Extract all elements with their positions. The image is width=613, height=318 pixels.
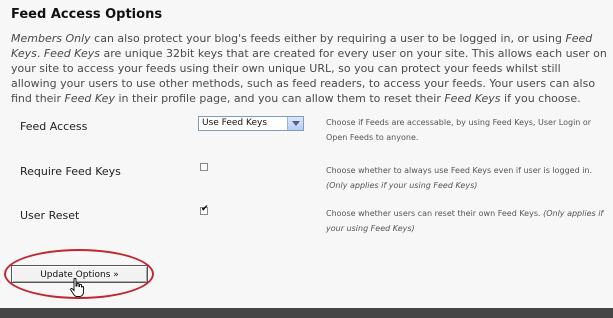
footer-bar <box>0 308 613 318</box>
feed-access-label: Feed Access <box>20 120 88 133</box>
chevron-down-icon[interactable] <box>287 117 303 130</box>
require-feed-keys-description: Choose whether to always use Feed Keys e… <box>326 163 608 193</box>
feed-access-selected-value: Use Feed Keys <box>202 118 268 128</box>
require-feed-keys-label: Require Feed Keys <box>20 165 121 178</box>
page-title: Feed Access Options <box>11 7 163 22</box>
user-reset-checkbox[interactable]: ✔ <box>200 204 209 215</box>
intro-text: Members Only can also protect your blog'… <box>11 31 607 106</box>
intro-em-feed-keys: Feed Keys <box>444 92 501 105</box>
user-reset-label: User Reset <box>20 209 80 222</box>
intro-em-feed-keys: Feed Keys <box>43 47 101 60</box>
intro-part: in their profile page, and you can allow… <box>114 92 445 105</box>
intro-part: . <box>36 47 44 60</box>
intro-part: can also protect your blog's feeds eithe… <box>90 32 566 45</box>
intro-em-members-only: Members Only <box>11 32 91 45</box>
require-feed-keys-note: (Only applies if your using Feed Keys) <box>326 181 478 190</box>
feed-access-description: Choose if Feeds are accessable, by using… <box>326 118 592 142</box>
require-feed-keys-checkbox[interactable] <box>200 163 208 171</box>
intro-part: if you choose. <box>500 92 581 105</box>
user-reset-desc-text: Choose whether users can reset their own… <box>326 209 544 218</box>
feed-access-select[interactable]: Use Feed Keys <box>198 116 304 131</box>
hand-pointer-icon <box>70 278 84 297</box>
require-feed-keys-desc-text: Choose whether to always use Feed Keys e… <box>326 166 593 175</box>
user-reset-description: Choose whether users can reset their own… <box>326 206 608 236</box>
checkmark-icon: ✔ <box>201 204 209 214</box>
intro-em-feed-key: Feed Key <box>64 92 115 105</box>
